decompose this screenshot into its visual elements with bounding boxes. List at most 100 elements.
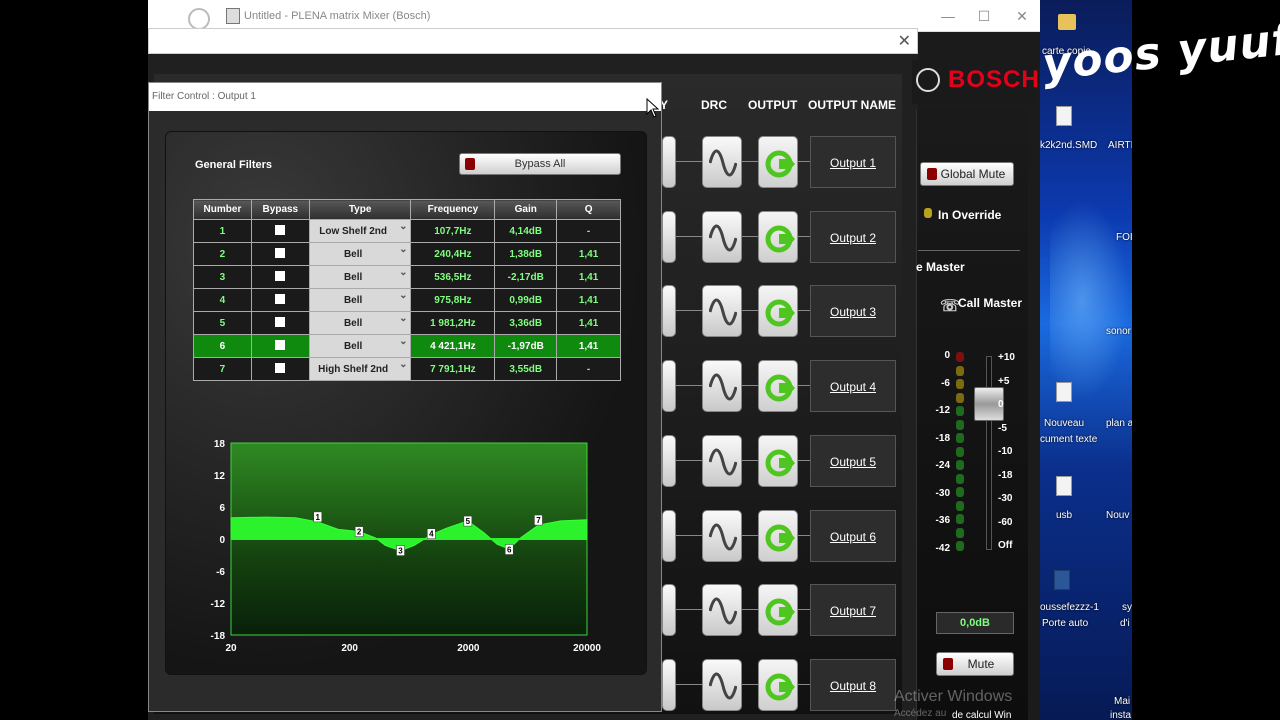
frequency-field[interactable]: 1 981,2Hz: [410, 311, 496, 335]
output-enable-button[interactable]: [758, 210, 798, 263]
gain-field[interactable]: 4,14dB: [494, 219, 558, 243]
bypass-checkbox[interactable]: [275, 339, 286, 350]
fader-track[interactable]: [986, 356, 992, 550]
q-field[interactable]: 1,41: [556, 288, 621, 312]
desktop-icon-label[interactable]: cument texte: [1040, 434, 1097, 445]
desktop-icon-label[interactable]: usb: [1056, 510, 1072, 521]
desktop-icon-label[interactable]: d'i: [1120, 618, 1130, 629]
desktop-icon-label[interactable]: AIRTI: [1108, 140, 1132, 151]
desktop-icon-label[interactable]: Nouveau: [1044, 418, 1084, 429]
dialog-close-button[interactable]: ✕: [898, 31, 911, 51]
drc-button[interactable]: [702, 509, 742, 562]
gain-readout[interactable]: 0,0dB: [936, 612, 1014, 634]
output-enable-button[interactable]: [758, 285, 798, 338]
bypass-checkbox[interactable]: [275, 293, 286, 304]
drc-button[interactable]: [702, 210, 742, 263]
table-row[interactable]: 4 Bell975,8Hz0,99dB1,41: [193, 288, 621, 312]
output-enable-button[interactable]: [758, 360, 798, 413]
drc-button[interactable]: [702, 360, 742, 413]
bypass-checkbox[interactable]: [275, 316, 286, 327]
filter-type-select[interactable]: High Shelf 2nd: [308, 357, 412, 381]
table-row[interactable]: 7 High Shelf 2nd7 791,1Hz3,55dB-: [193, 357, 621, 381]
partial-button[interactable]: [662, 136, 676, 188]
filter-type-select[interactable]: Bell: [308, 242, 412, 266]
filter-type-select[interactable]: Bell: [308, 265, 412, 289]
gain-field[interactable]: 1,38dB: [494, 242, 558, 266]
partial-button[interactable]: [662, 210, 676, 263]
output-name-field[interactable]: Output 3: [810, 285, 896, 338]
output-name-field[interactable]: Output 8: [810, 658, 896, 711]
desktop-icon-label[interactable]: sy: [1122, 602, 1132, 613]
gain-field[interactable]: 0,99dB: [494, 288, 558, 312]
desktop-icon-label[interactable]: plan a: [1106, 418, 1132, 429]
frequency-field[interactable]: 4 421,1Hz: [410, 334, 496, 358]
output-enable-button[interactable]: [758, 584, 798, 637]
output-name-field[interactable]: Output 4: [810, 360, 896, 413]
output-name-field[interactable]: Output 7: [810, 584, 896, 637]
gain-field[interactable]: -2,17dB: [494, 265, 558, 289]
output-name-field[interactable]: Output 1: [810, 136, 896, 188]
gain-field[interactable]: -1,97dB: [494, 334, 558, 358]
output-enable-button[interactable]: [758, 434, 798, 487]
output-name-field[interactable]: Output 5: [810, 434, 896, 487]
bypass-checkbox[interactable]: [275, 224, 286, 235]
output-enable-button[interactable]: [758, 136, 798, 188]
desktop-icon-label[interactable]: k2k2nd.SMD: [1040, 140, 1097, 151]
desktop-icon-label[interactable]: Mai: [1114, 696, 1130, 707]
drc-button[interactable]: [702, 434, 742, 487]
q-field[interactable]: -: [556, 219, 621, 243]
drc-button[interactable]: [702, 285, 742, 338]
bypass-checkbox[interactable]: [275, 362, 286, 373]
bypass-checkbox[interactable]: [275, 247, 286, 258]
q-field[interactable]: -: [556, 357, 621, 381]
output-enable-button[interactable]: [758, 509, 798, 562]
close-button[interactable]: ✕: [1012, 6, 1032, 26]
frequency-field[interactable]: 536,5Hz: [410, 265, 496, 289]
table-row[interactable]: 3 Bell536,5Hz-2,17dB1,41: [193, 265, 621, 289]
usb-file-icon[interactable]: [1056, 476, 1072, 496]
q-field[interactable]: 1,41: [556, 311, 621, 335]
bypass-all-button[interactable]: Bypass All: [459, 153, 621, 175]
drc-button[interactable]: [702, 658, 742, 711]
word-file-icon[interactable]: [1054, 570, 1070, 590]
partial-button[interactable]: [662, 509, 676, 562]
drc-button[interactable]: [702, 584, 742, 637]
q-field[interactable]: 1,41: [556, 265, 621, 289]
mute-button[interactable]: Mute: [936, 652, 1014, 676]
frequency-field[interactable]: 107,7Hz: [410, 219, 496, 243]
filter-type-select[interactable]: Bell: [308, 334, 412, 358]
partial-button[interactable]: [662, 285, 676, 338]
gain-field[interactable]: 3,36dB: [494, 311, 558, 335]
q-field[interactable]: 1,41: [556, 334, 621, 358]
frequency-field[interactable]: 7 791,1Hz: [410, 357, 496, 381]
output-name-field[interactable]: Output 6: [810, 509, 896, 562]
file-icon[interactable]: [1056, 106, 1072, 126]
partial-button[interactable]: [662, 360, 676, 413]
desktop-icon-label[interactable]: FOI: [1116, 232, 1132, 243]
desktop-icon-label[interactable]: insta: [1110, 710, 1131, 720]
table-row[interactable]: 6 Bell4 421,1Hz-1,97dB1,41: [193, 334, 621, 358]
drc-button[interactable]: [702, 136, 742, 188]
desktop-icon-label[interactable]: Nouv: [1106, 510, 1129, 521]
file-icon[interactable]: [1056, 382, 1072, 402]
desktop-icon-label[interactable]: Porte auto: [1042, 618, 1088, 629]
output-name-field[interactable]: Output 2: [810, 210, 896, 263]
table-row[interactable]: 2 Bell240,4Hz1,38dB1,41: [193, 242, 621, 266]
filter-dialog-titlebar[interactable]: Filter Control : Output 1: [149, 83, 661, 111]
filter-type-select[interactable]: Bell: [308, 288, 412, 312]
q-field[interactable]: 1,41: [556, 242, 621, 266]
desktop-icon-label[interactable]: oussefezzz-1: [1040, 602, 1099, 613]
minimize-button[interactable]: —: [938, 6, 958, 26]
frequency-field[interactable]: 975,8Hz: [410, 288, 496, 312]
folder-icon[interactable]: [1058, 14, 1076, 30]
output-enable-button[interactable]: [758, 658, 798, 711]
filter-type-select[interactable]: Low Shelf 2nd: [308, 219, 412, 243]
gain-field[interactable]: 3,55dB: [494, 357, 558, 381]
filter-type-select[interactable]: Bell: [308, 311, 412, 335]
desktop-icon-label[interactable]: sonor: [1106, 326, 1131, 337]
bypass-checkbox[interactable]: [275, 270, 286, 281]
frequency-field[interactable]: 240,4Hz: [410, 242, 496, 266]
table-row[interactable]: 5 Bell1 981,2Hz3,36dB1,41: [193, 311, 621, 335]
partial-button[interactable]: [662, 658, 676, 711]
partial-button[interactable]: [662, 584, 676, 637]
